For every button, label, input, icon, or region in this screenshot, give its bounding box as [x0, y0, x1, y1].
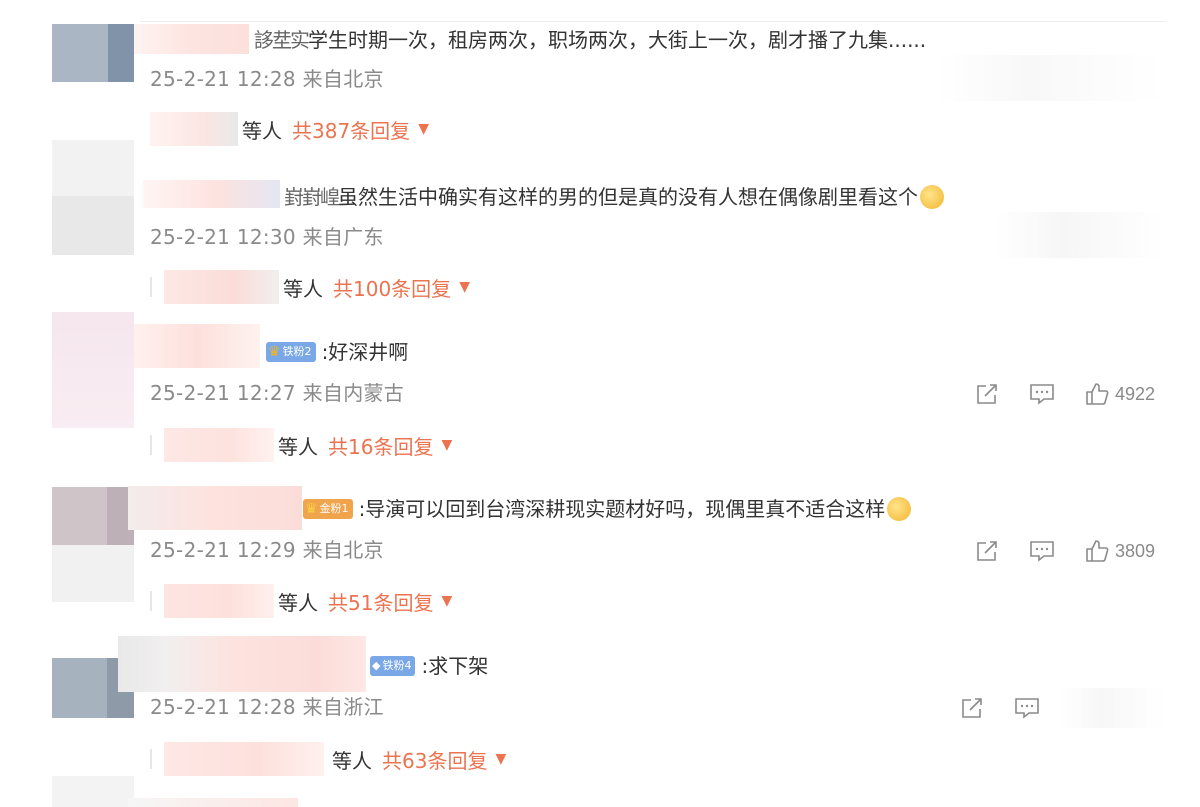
- diamond-icon: ◆: [372, 658, 381, 672]
- username-blurred[interactable]: [134, 24, 249, 54]
- like-button[interactable]: 4922: [1085, 382, 1155, 406]
- comment-actions: 4922: [945, 380, 1155, 408]
- like-icon: [1086, 540, 1109, 562]
- share-button[interactable]: [960, 696, 984, 720]
- comment-button[interactable]: [1029, 539, 1055, 563]
- replier-blurred: [150, 112, 238, 146]
- caret-down-icon[interactable]: ▼: [418, 121, 429, 137]
- like-button[interactable]: 3809: [1085, 539, 1155, 563]
- divider: [140, 21, 1165, 22]
- comment-text: ♛ 金粉1:导演可以回到台湾深耕现实题材好吗，现偶里真不适合这样: [303, 496, 912, 523]
- comment-meta: 25-2-21 12:27 来自内蒙古: [150, 381, 405, 405]
- crown-icon: ♛: [268, 343, 281, 360]
- reply-count-link[interactable]: 共16条回复: [328, 431, 433, 460]
- replier-blurred: [164, 270, 279, 304]
- avatar[interactable]: [52, 312, 134, 428]
- like-count: 3809: [1114, 540, 1155, 561]
- like-count: 4922: [1114, 383, 1155, 404]
- comment-text: ◆ 铁粉4:求下架: [370, 654, 489, 678]
- share-button[interactable]: [975, 539, 999, 563]
- username-blurred[interactable]: [128, 486, 302, 530]
- replier-blurred: [164, 584, 274, 618]
- crown-icon: ♛: [305, 500, 318, 517]
- caret-down-icon[interactable]: ▼: [459, 279, 470, 295]
- actions-blurred: [995, 212, 1165, 258]
- meta-right-blurred: [935, 55, 1165, 101]
- username-blurred[interactable]: [128, 798, 298, 807]
- reply-count-link[interactable]: 共100条回复: [333, 273, 451, 302]
- share-button[interactable]: [975, 382, 999, 406]
- avatar[interactable]: [52, 776, 134, 807]
- reply-summary[interactable]: 等人 共387条回复 ▼: [150, 112, 429, 146]
- fan-badge[interactable]: ◆ 铁粉4: [370, 655, 416, 676]
- like-icon: [1086, 383, 1109, 405]
- replier-blurred: [164, 742, 324, 776]
- comment-actions: 3809: [945, 537, 1155, 565]
- caret-down-icon[interactable]: ▼: [441, 437, 452, 453]
- laugh-cry-emoji-icon: [920, 184, 944, 209]
- reply-summary[interactable]: 等人 共51条回复 ▼: [150, 584, 452, 618]
- comment-meta: 25-2-21 12:29 来自北京: [150, 538, 384, 562]
- username-blurred[interactable]: [143, 180, 280, 208]
- reply-count-link[interactable]: 共63条回复: [382, 745, 487, 774]
- reply-count-link[interactable]: 共51条回复: [328, 587, 433, 616]
- avatar[interactable]: [52, 140, 134, 255]
- reply-count-link[interactable]: 共387条回复: [292, 115, 410, 144]
- share-icon: [962, 698, 982, 718]
- comment-text: 崶崶崲虽然生活中确实有这样的男的但是真的没有人想在偶像剧里看这个: [284, 184, 944, 211]
- reply-summary[interactable]: 等人 共16条回复 ▼: [150, 428, 452, 462]
- username-blurred[interactable]: [134, 324, 260, 368]
- comment-button[interactable]: [1029, 382, 1055, 406]
- fan-badge[interactable]: ♛ 铁粉2: [266, 341, 316, 362]
- caret-down-icon[interactable]: ▼: [495, 751, 506, 767]
- comment-icon: [1015, 698, 1039, 719]
- laugh-cry-emoji-icon: [887, 496, 912, 521]
- like-blurred: [1060, 688, 1165, 728]
- avatar[interactable]: [52, 24, 134, 82]
- reply-summary[interactable]: 等人 共63条回复 ▼: [150, 742, 506, 776]
- reply-summary[interactable]: 等人 共100条回复 ▼: [150, 270, 470, 304]
- comment-icon: [1030, 384, 1054, 405]
- avatar[interactable]: [52, 487, 134, 602]
- username-blurred[interactable]: [118, 636, 366, 692]
- fan-badge[interactable]: ♛ 金粉1: [303, 498, 353, 519]
- comment-actions: [930, 694, 1040, 722]
- comment-text: 誃坓实学生时期一次，租房两次，职场两次，大街上一次，剧才播了九集......: [254, 28, 927, 52]
- comment-meta: 25-2-21 12:28 来自北京: [150, 67, 384, 91]
- replier-blurred: [164, 428, 274, 462]
- comment-text: ♛ 铁粉2:好深井啊: [266, 340, 409, 364]
- caret-down-icon[interactable]: ▼: [441, 593, 452, 609]
- comment-prefix: 誃坓实: [254, 28, 310, 52]
- comment-meta: 25-2-21 12:30 来自广东: [150, 225, 384, 249]
- share-icon: [977, 384, 997, 404]
- comment-icon: [1030, 541, 1054, 562]
- share-icon: [977, 541, 997, 561]
- comment-button[interactable]: [1014, 696, 1040, 720]
- comment-prefix: 崶崶崲: [284, 185, 340, 209]
- comment-meta: 25-2-21 12:28 来自浙江: [150, 695, 384, 719]
